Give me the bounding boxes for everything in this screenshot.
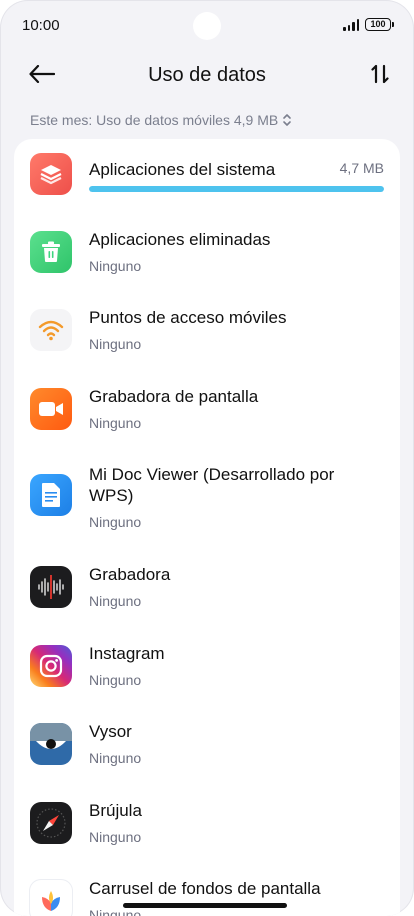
- list-item[interactable]: Carrusel de fondos de pantalla Ninguno: [14, 868, 400, 916]
- app-name: Brújula: [89, 801, 142, 820]
- app-name: Mi Doc Viewer (Desarrollado por WPS): [89, 465, 335, 505]
- phone-screen: 10:00 100 Uso de datos Este mes: Uso de …: [0, 0, 414, 916]
- chevron-up-down-icon: [283, 114, 292, 126]
- list-item[interactable]: Grabadora de pantalla Ninguno: [14, 376, 400, 454]
- app-name: Aplicaciones del sistema: [89, 160, 276, 179]
- page-title: Uso de datos: [148, 64, 266, 86]
- list-item[interactable]: Mi Doc Viewer (Desarrollado por WPS) Nin…: [14, 454, 400, 554]
- data-usage-summary: Este mes: Uso de datos móviles 4,9 MB: [30, 112, 279, 128]
- data-usage-period-selector[interactable]: Este mes: Uso de datos móviles 4,9 MB: [30, 112, 292, 128]
- app-usage-value: Ninguno: [89, 829, 142, 845]
- eye-icon: [30, 723, 72, 765]
- list-item[interactable]: Aplicaciones del sistema 4,7 MB: [14, 139, 400, 217]
- app-usage-value: Ninguno: [89, 593, 142, 609]
- usage-bar: [89, 186, 384, 192]
- app-usage-value: Ninguno: [89, 750, 142, 766]
- app-data-size: 4,7 MB: [339, 160, 384, 176]
- list-item[interactable]: Puntos de acceso móviles Ninguno: [14, 297, 400, 375]
- video-camera-icon: [30, 388, 72, 430]
- status-time: 10:00: [22, 17, 60, 34]
- app-name: Vysor: [89, 722, 132, 741]
- app-usage-value: Ninguno: [89, 672, 142, 688]
- app-usage-value: Ninguno: [89, 415, 142, 431]
- app-name: Aplicaciones eliminadas: [89, 230, 271, 249]
- list-item[interactable]: Brújula Ninguno: [14, 790, 400, 868]
- document-icon: [30, 474, 72, 516]
- sort-icon: [371, 64, 389, 84]
- app-usage-value: Ninguno: [89, 907, 142, 916]
- list-item[interactable]: Grabadora Ninguno: [14, 554, 400, 632]
- app-name: Puntos de acceso móviles: [89, 308, 287, 327]
- compass-icon: [30, 802, 72, 844]
- usage-bar-fill: [89, 186, 384, 192]
- list-item[interactable]: Instagram Ninguno: [14, 633, 400, 711]
- flower-icon: [30, 880, 72, 916]
- app-name: Grabadora de pantalla: [89, 387, 259, 406]
- list-item[interactable]: Aplicaciones eliminadas Ninguno: [14, 219, 400, 297]
- trash-icon: [30, 231, 72, 273]
- home-indicator[interactable]: [123, 903, 287, 908]
- app-name: Grabadora: [89, 565, 171, 584]
- front-camera-cutout: [193, 12, 221, 40]
- app-usage-value: Ninguno: [89, 336, 142, 352]
- layers-icon: [30, 153, 72, 195]
- app-usage-value: Ninguno: [89, 514, 142, 530]
- sort-button[interactable]: [366, 60, 394, 88]
- app-usage-value: Ninguno: [89, 258, 142, 274]
- app-list: Aplicaciones del sistema 4,7 MB Aplicaci…: [14, 139, 400, 916]
- battery-icon: 100: [365, 18, 394, 31]
- status-bar: 10:00 100: [0, 0, 414, 52]
- wifi-hotspot-icon: [30, 309, 72, 351]
- app-header: Uso de datos: [0, 52, 414, 98]
- app-name: Instagram: [89, 644, 165, 663]
- list-item[interactable]: Vysor Ninguno: [14, 711, 400, 789]
- waveform-icon: [30, 566, 72, 608]
- signal-icon: [343, 19, 361, 31]
- app-name: Carrusel de fondos de pantalla: [89, 879, 321, 898]
- instagram-icon: [30, 645, 72, 687]
